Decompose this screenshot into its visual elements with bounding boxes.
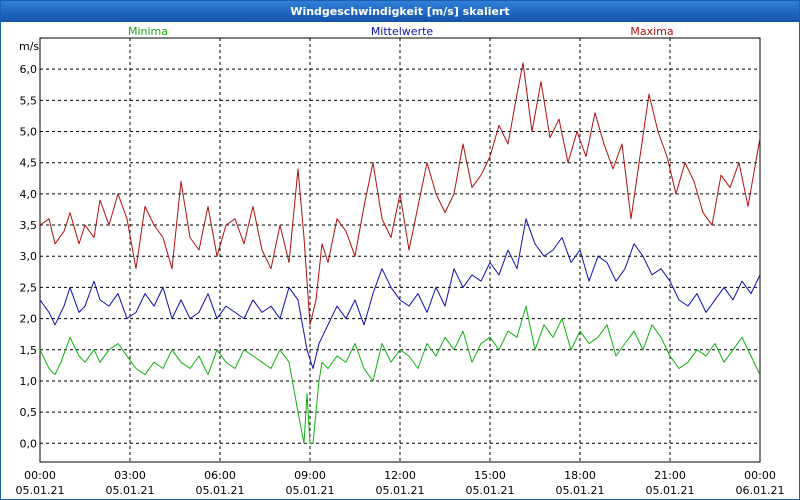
y-tick-label: 0,0	[20, 437, 38, 450]
x-tick-date: 05.01.21	[286, 484, 335, 497]
legend: Minima Mittelwerte Maxima	[128, 25, 674, 38]
x-tick-date: 05.01.21	[106, 484, 155, 497]
x-tick-time: 12:00	[384, 469, 416, 482]
legend-minima: Minima	[128, 25, 168, 38]
y-tick-label: 5,0	[20, 126, 38, 139]
x-tick-time: 15:00	[474, 469, 506, 482]
x-tick-time: 09:00	[294, 469, 326, 482]
y-tick-label: 2,5	[20, 281, 38, 294]
y-tick-label: 6,0	[20, 63, 38, 76]
legend-maxima: Maxima	[630, 25, 673, 38]
x-tick-date: 05.01.21	[16, 484, 65, 497]
legend-mittelwerte: Mittelwerte	[371, 25, 434, 38]
x-tick-time: 21:00	[654, 469, 686, 482]
y-tick-label: 4,5	[20, 157, 38, 170]
y-tick-label: 4,0	[20, 188, 38, 201]
y-tick-label: 1,0	[20, 375, 38, 388]
x-tick-time: 00:00	[24, 469, 56, 482]
x-tick-date: 05.01.21	[556, 484, 605, 497]
x-tick-time: 00:00	[744, 469, 776, 482]
x-tick-date: 05.01.21	[376, 484, 425, 497]
x-axis: 00:00 05.01.21 03:00 05.01.21 06:00 05.01.21 0…	[16, 469, 785, 497]
wind-speed-chart: 0,00,51,01,52,02,53,03,54,04,55,05,56,0 …	[16, 25, 785, 497]
y-tick-label: 2,0	[20, 313, 38, 326]
x-tick-date: 05.01.21	[466, 484, 515, 497]
y-tick-label: 1,5	[20, 344, 38, 357]
x-tick-time: 06:00	[204, 469, 236, 482]
y-tick-label: 3,5	[20, 219, 38, 232]
y-axis: 0,0 0,5 1,0 1,5 2,0 2,5 3,0 3,5 4,0 4,5 5,0 5,5 6,0	[20, 63, 38, 450]
y-tick-label: 3,0	[20, 250, 38, 263]
y-tick-label: 0,5	[20, 406, 38, 419]
y-tick-label: 5,5	[20, 94, 38, 107]
x-tick-time: 03:00	[114, 469, 146, 482]
x-tick-time: 18:00	[564, 469, 596, 482]
x-tick-date: 05.01.21	[196, 484, 245, 497]
y-axis-label: m/s	[19, 40, 39, 53]
x-tick-date: 06.01.21	[736, 484, 785, 497]
x-tick-date: 05.01.21	[646, 484, 695, 497]
